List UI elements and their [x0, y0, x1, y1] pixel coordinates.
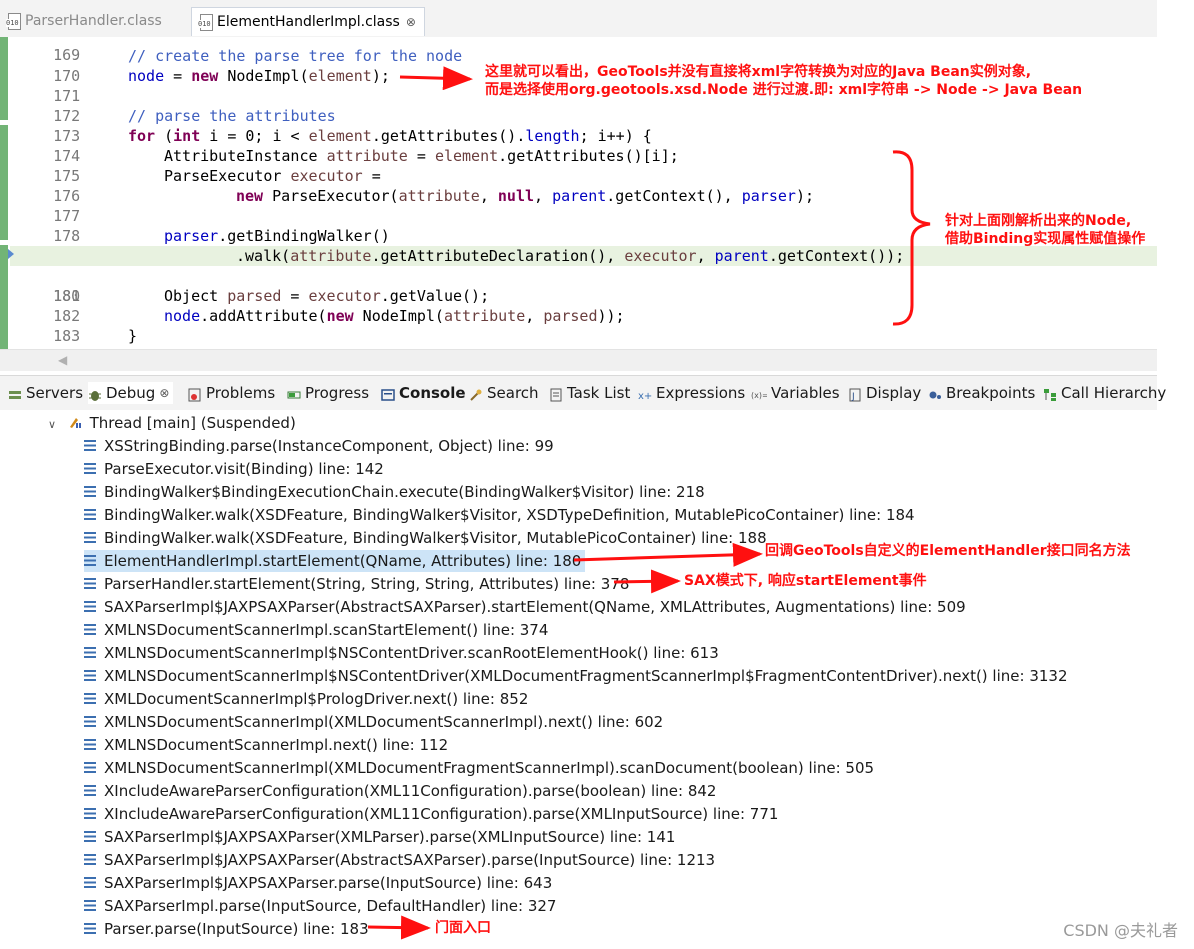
annotation-line: 而是选择使用org.geotools.xsd.Node 进行过渡.即: xml字… [485, 82, 1083, 98]
annotation-brace [892, 150, 931, 326]
annotation-line: 针对上面刚解析出来的Node, [945, 213, 1132, 229]
annotation-callback: 回调GeoTools自定义的ElementHandler接口同名方法 [765, 543, 1131, 559]
arrow-to-node-impl [399, 66, 473, 91]
annotation-line: 这里就可以看出，GeoTools并没有直接将xml字符转换为对应的Java Be… [485, 64, 1032, 80]
annotation-overlay [367, 66, 931, 940]
annotation-line: 借助Binding实现属性赋值操作 [945, 231, 1146, 247]
annotation-sax-event: SAX模式下, 响应startElement事件 [684, 573, 927, 589]
annotation-entry: 门面入口 [435, 920, 491, 936]
arrow-to-parser-parse-frame [367, 915, 431, 940]
annotation-node-transition: 这里就可以看出，GeoTools并没有直接将xml字符转换为对应的Java Be… [485, 63, 1082, 99]
arrow-to-parser-handler-frame [613, 569, 681, 594]
annotation-binding-assignment: 针对上面刚解析出来的Node, 借助Binding实现属性赋值操作 [945, 212, 1145, 248]
watermark: CSDN @夫礼者 [1063, 921, 1178, 940]
arrow-to-element-handler-frame [573, 542, 763, 567]
